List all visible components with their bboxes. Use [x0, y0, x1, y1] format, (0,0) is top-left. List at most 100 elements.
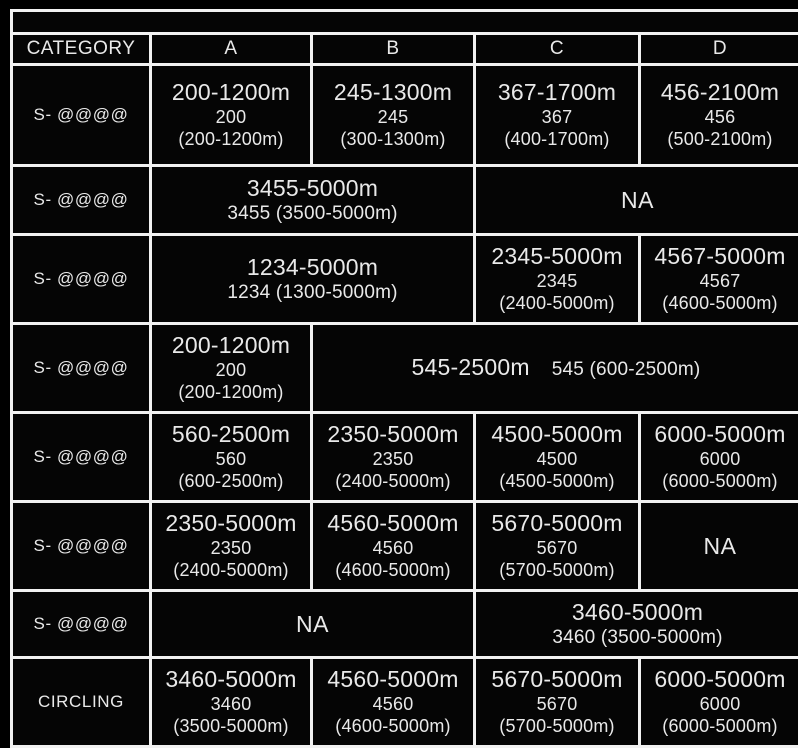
table-top-band-row [13, 12, 798, 32]
minima-value: 4567 [699, 270, 741, 291]
cell-minima: 200-1200m 200 (200-1200m) [152, 66, 310, 164]
minima-primary: 4567-5000m [654, 243, 786, 270]
table-row: S- @@@@ NA 3460-5000m 3460 (3500-5000m) [13, 592, 798, 656]
minima-value: 200 [215, 106, 247, 127]
minima-group: 1234-5000m 1234 (1300-5000m) [156, 254, 469, 304]
minima-primary: 5670-5000m [491, 510, 623, 537]
minima-detail: (200-1200m) [178, 128, 284, 149]
minima-primary: 2350-5000m [165, 510, 297, 537]
minima-detail: (2400-5000m) [499, 292, 615, 313]
minima-value: 4560 [372, 693, 414, 714]
minima-group: 3455-5000m 3455 (3500-5000m) [156, 175, 469, 225]
cell-minima: 5670-5000m 5670 (5700-5000m) [476, 659, 638, 745]
minima-primary: 3455-5000m [246, 174, 379, 201]
minima-primary: 2350-5000m [327, 421, 459, 448]
minima-table-page: CATEGORY A B C D S- @@@@ 200-1200m 200 (200-120… [0, 0, 798, 748]
minima-group: 4560-5000m 4560 (4600-5000m) [317, 666, 469, 737]
cell-minima: 4560-5000m 4560 (4600-5000m) [313, 503, 473, 589]
cell-minima: 1234-5000m 1234 (1300-5000m) [152, 236, 473, 322]
minima-primary: 6000-5000m [654, 421, 786, 448]
table-top-band [13, 12, 798, 32]
minima-primary: 3460-5000m [571, 598, 704, 625]
minima-detail: (5700-5000m) [499, 715, 615, 736]
minima-primary: 200-1200m [171, 332, 291, 359]
cell-minima: 2350-5000m 2350 (2400-5000m) [313, 414, 473, 500]
table-row: S- @@@@ 2350-5000m 2350 (2400-5000m) 4560-50… [13, 503, 798, 589]
minima-detail: 545 (600-2500m) [551, 359, 701, 381]
cell-na: NA [152, 592, 473, 656]
minima-value: 5670 [536, 537, 578, 558]
header-cell-c: C [476, 35, 638, 63]
minima-value: 367 [541, 106, 573, 127]
minima-detail: (3500-5000m) [173, 715, 289, 736]
cell-minima: 3455-5000m 3455 (3500-5000m) [152, 167, 473, 233]
minima-value: 3460 [210, 693, 252, 714]
na-label: NA [621, 186, 654, 213]
minima-value: 4500 [536, 448, 578, 469]
minima-group: 3460-5000m 3460 (3500-5000m) [480, 599, 795, 649]
cell-minima: 560-2500m 560 (600-2500m) [152, 414, 310, 500]
cell-minima: 5670-5000m 5670 (5700-5000m) [476, 503, 638, 589]
minima-group: 560-2500m 560 (600-2500m) [156, 421, 306, 492]
header-cell-d: D [641, 35, 798, 63]
table-row: S- @@@@ 3455-5000m 3455 (3500-5000m) NA [13, 167, 798, 233]
minima-group: 5670-5000m 5670 (5700-5000m) [480, 666, 634, 737]
minima-detail: (500-2100m) [667, 128, 773, 149]
minima-primary: 545-2500m [411, 354, 530, 381]
minima-detail: (600-2500m) [178, 470, 284, 491]
minima-detail: (5700-5000m) [499, 559, 615, 580]
minima-primary: 245-1300m [333, 79, 453, 106]
row-category-label: S- @@@@ [13, 592, 149, 656]
cell-na: NA [476, 167, 798, 233]
table-row: S- @@@@ 200-1200m 200 (200-1200m) 245-1300m 2… [13, 66, 798, 164]
cell-minima: 4500-5000m 4500 (4500-5000m) [476, 414, 638, 500]
row-category-label: S- @@@@ [13, 503, 149, 589]
minima-detail: 3455 (3500-5000m) [227, 202, 398, 224]
header-cell-a: A [152, 35, 310, 63]
minima-primary: 3460-5000m [165, 666, 297, 693]
minima-detail: (200-1200m) [178, 381, 284, 402]
minima-value: 2350 [372, 448, 414, 469]
minima-primary: 560-2500m [171, 421, 291, 448]
minima-value: 2350 [210, 537, 252, 558]
minima-detail: 1234 (1300-5000m) [227, 281, 398, 303]
minima-value: 560 [215, 448, 247, 469]
minima-group: 4567-5000m 4567 (4600-5000m) [645, 243, 795, 314]
minima-group: 200-1200m 200 (200-1200m) [156, 79, 306, 150]
cell-minima: 4567-5000m 4567 (4600-5000m) [641, 236, 798, 322]
cell-minima: 2345-5000m 2345 (2400-5000m) [476, 236, 638, 322]
minima-group: 2345-5000m 2345 (2400-5000m) [480, 243, 634, 314]
cell-minima: 200-1200m 200 (200-1200m) [152, 325, 310, 411]
row-category-label: S- @@@@ [13, 236, 149, 322]
minima-value: 4560 [372, 537, 414, 558]
cell-minima: 6000-5000m 6000 (6000-5000m) [641, 414, 798, 500]
cell-minima: 3460-5000m 3460 (3500-5000m) [152, 659, 310, 745]
minima-group: 2350-5000m 2350 (2400-5000m) [156, 510, 306, 581]
header-cell-b: B [313, 35, 473, 63]
row-category-label: CIRCLING [13, 659, 149, 745]
minima-group: 3460-5000m 3460 (3500-5000m) [156, 666, 306, 737]
row-category-label: S- @@@@ [13, 325, 149, 411]
minima-group: 6000-5000m 6000 (6000-5000m) [645, 666, 795, 737]
minima-value: 6000 [699, 693, 741, 714]
table-row: S- @@@@ 560-2500m 560 (600-2500m) 2350-5000m… [13, 414, 798, 500]
minima-value: 456 [704, 106, 736, 127]
row-category-label: S- @@@@ [13, 414, 149, 500]
cell-minima-inline: 545-2500m 545 (600-2500m) [313, 325, 798, 411]
minima-primary: 2345-5000m [491, 243, 623, 270]
minima-detail: (4600-5000m) [662, 292, 778, 313]
cell-minima: 2350-5000m 2350 (2400-5000m) [152, 503, 310, 589]
minima-primary: 5670-5000m [491, 666, 623, 693]
minima-primary: 4500-5000m [491, 421, 623, 448]
minima-value: 200 [215, 359, 247, 380]
table-header-row: CATEGORY A B C D [13, 35, 798, 63]
minima-value: 6000 [699, 448, 741, 469]
minima-primary: 200-1200m [171, 79, 291, 106]
minima-detail: (400-1700m) [504, 128, 610, 149]
minima-value: 2345 [536, 270, 578, 291]
na-label: NA [296, 610, 329, 637]
minima-group: 245-1300m 245 (300-1300m) [317, 79, 469, 150]
minima-group: 6000-5000m 6000 (6000-5000m) [645, 421, 795, 492]
minima-detail: (6000-5000m) [662, 715, 778, 736]
minima-primary: 6000-5000m [654, 666, 786, 693]
